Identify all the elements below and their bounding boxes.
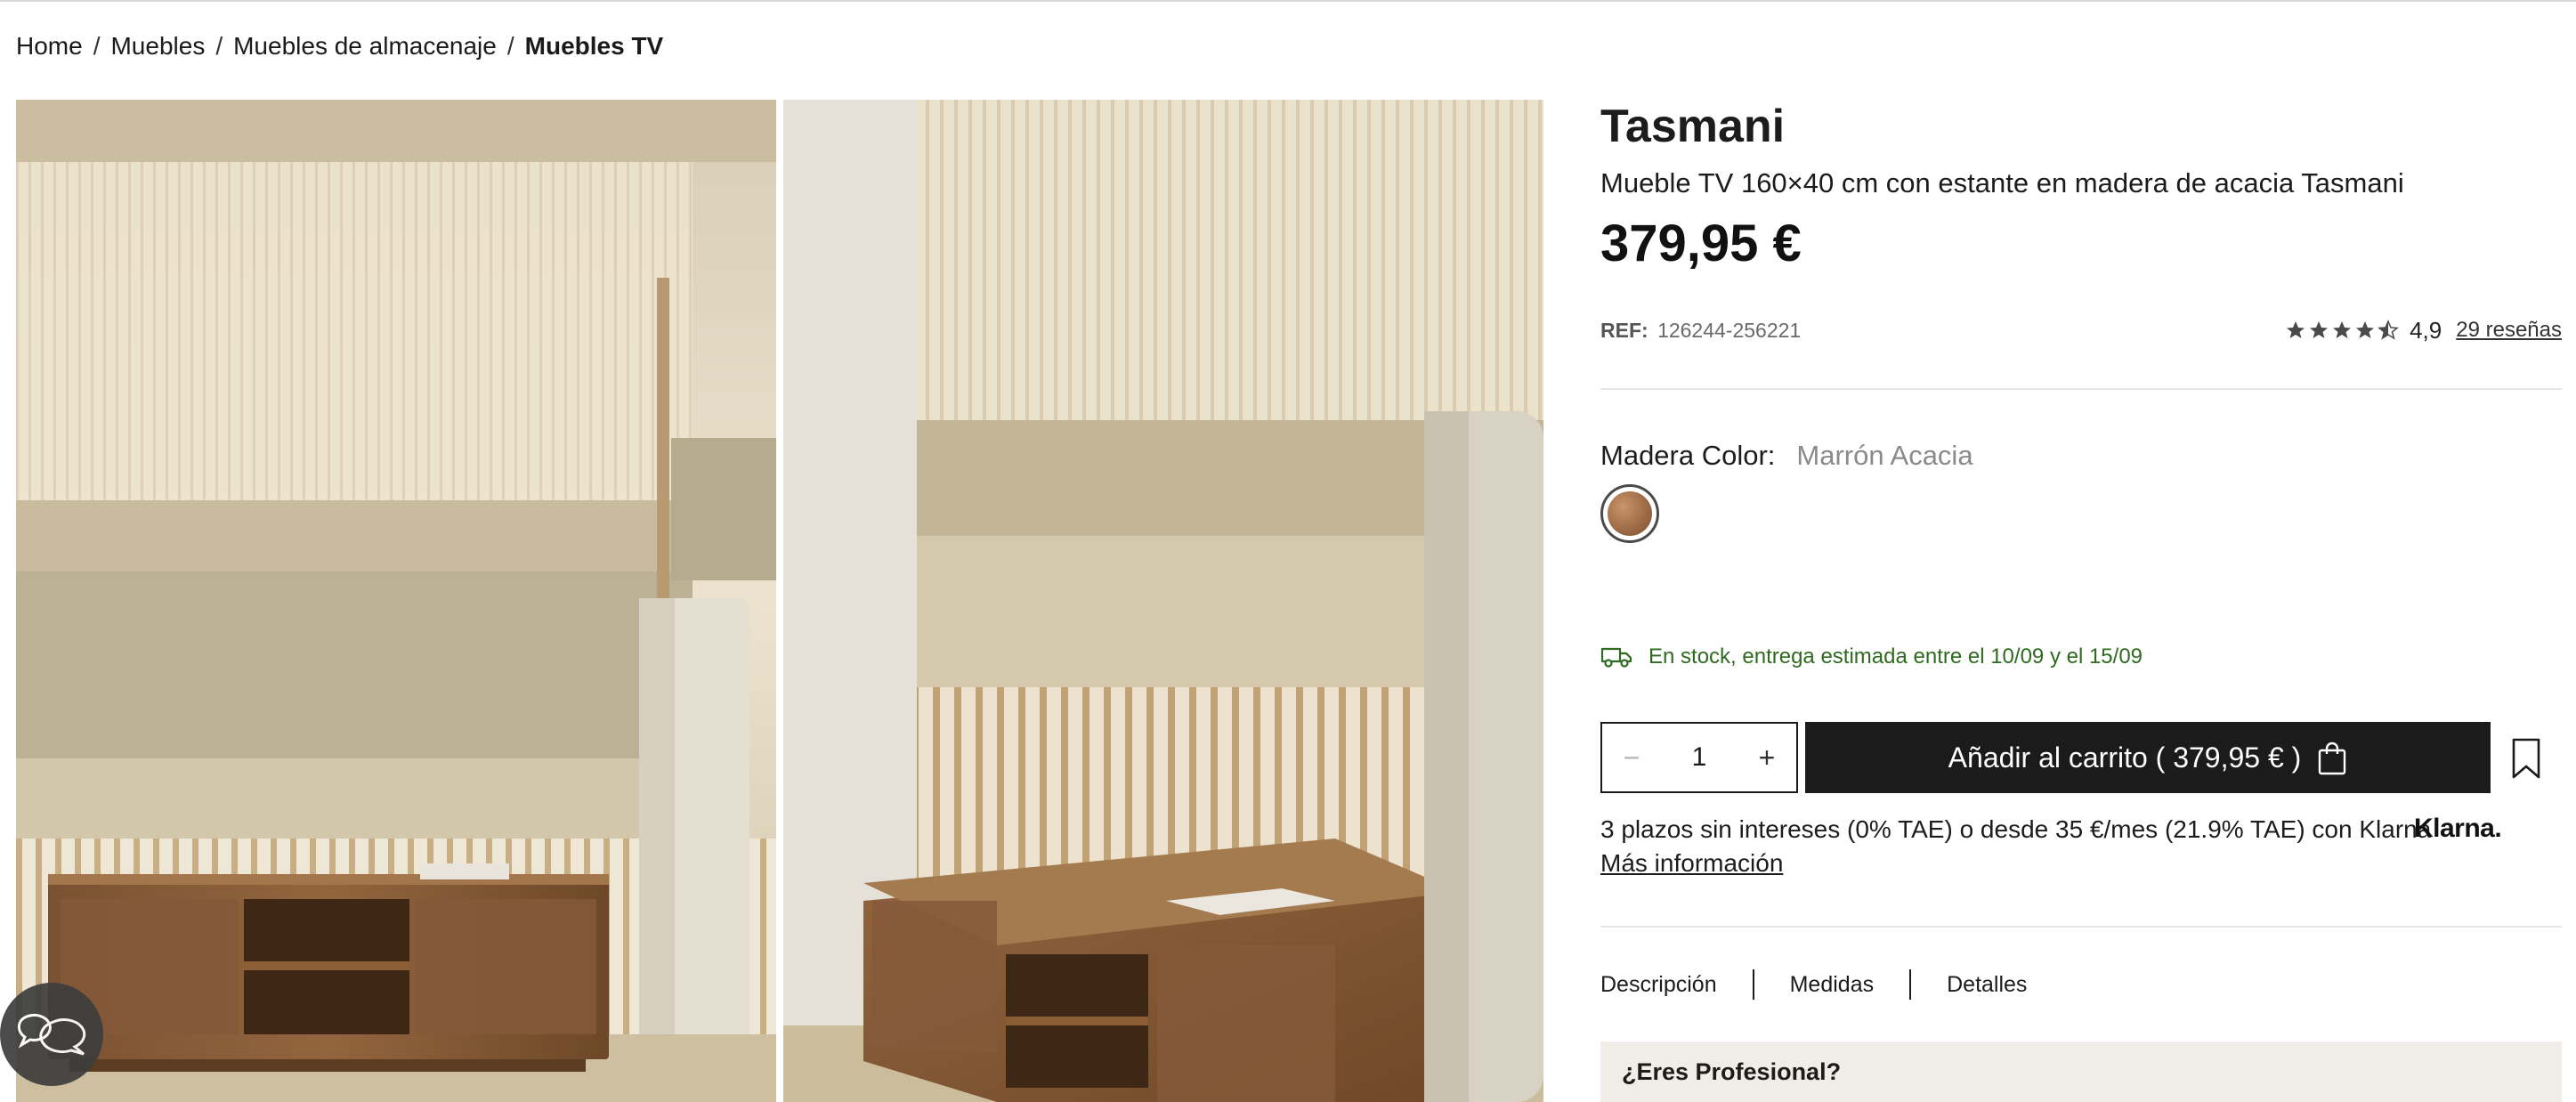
reference-value: 126244-256221: [1657, 319, 1802, 342]
chat-bubbles-icon: [17, 1013, 86, 1056]
star-half-icon: [2378, 320, 2400, 340]
rating-value: 4,9: [2410, 316, 2442, 344]
color-swatch-marron-acacia[interactable]: [1600, 484, 1659, 543]
tab-medidas[interactable]: Medidas: [1790, 972, 1875, 998]
add-to-cart-label: Añadir al carrito ( 379,95 € ): [1948, 741, 2302, 774]
product-reference: REF: 126244-256221: [1600, 319, 1801, 343]
stock-text: En stock, entrega estimada entre el 10/0…: [1648, 644, 2143, 668]
top-divider: [0, 0, 2576, 2]
rating-stars: [2285, 320, 2400, 341]
product-rating: 4,9 29 reseñas: [2285, 313, 2562, 347]
star-icon: [2333, 321, 2352, 338]
star-icon: [2287, 321, 2305, 338]
breadcrumb-muebles-almacenaje[interactable]: Muebles de almacenaje: [233, 32, 497, 61]
bookmark-icon[interactable]: [2508, 737, 2544, 780]
breadcrumb: Home / Muebles / Muebles de almacenaje /…: [16, 28, 663, 64]
color-selector-row: Madera Color: Marrón Acacia: [1600, 440, 1973, 472]
chat-button[interactable]: [0, 983, 103, 1086]
reviews-link[interactable]: 29 reseñas: [2456, 318, 2562, 343]
product-photo-front-image: [16, 100, 776, 1102]
wood-swatch-fill: [1608, 491, 1652, 536]
breadcrumb-separator: /: [93, 32, 101, 60]
stock-status: En stock, entrega estimada entre el 10/0…: [1600, 644, 2143, 669]
color-value: Marrón Acacia: [1796, 440, 1973, 471]
breadcrumb-home[interactable]: Home: [16, 32, 83, 61]
tab-descripcion[interactable]: Descripción: [1600, 972, 1717, 998]
quantity-increase-button[interactable]: +: [1754, 741, 1780, 774]
breadcrumb-separator: /: [215, 32, 223, 60]
star-icon: [2356, 321, 2375, 338]
reference-label: REF:: [1600, 319, 1648, 342]
product-photo-angle[interactable]: [783, 100, 1543, 1102]
divider: [1600, 388, 2562, 390]
professional-banner-label: ¿Eres Profesional?: [1622, 1057, 1842, 1085]
product-photo-angle-image: [783, 100, 1543, 1102]
star-icon: [2310, 321, 2329, 338]
breadcrumb-separator: /: [506, 32, 514, 60]
divider: [1600, 926, 2562, 928]
breadcrumb-current: Muebles TV: [524, 32, 664, 60]
shopping-bag-icon: [2319, 741, 2346, 775]
product-info-tabs: Descripción Medidas Detalles: [1600, 968, 2027, 1001]
add-to-cart-button[interactable]: Añadir al carrito ( 379,95 € ): [1805, 722, 2491, 793]
tab-divider: [1909, 969, 1912, 1000]
truck-icon: [1600, 647, 1632, 668]
product-subtitle: Mueble TV 160×40 cm con estante en mader…: [1600, 167, 2404, 199]
product-name: Tasmani: [1600, 101, 1786, 152]
color-label: Madera Color:: [1600, 440, 1776, 471]
professional-banner[interactable]: ¿Eres Profesional?: [1600, 1041, 2562, 1102]
klarna-installments-text: 3 plazos sin intereses (0% TAE) o desde …: [1600, 815, 2432, 843]
quantity-stepper: − 1 +: [1600, 722, 1798, 793]
tab-divider: [1752, 969, 1754, 1000]
breadcrumb-muebles[interactable]: Muebles: [110, 32, 205, 61]
tab-detalles[interactable]: Detalles: [1947, 972, 2027, 998]
product-photo-front[interactable]: [16, 100, 776, 1102]
quantity-value[interactable]: 1: [1673, 742, 1726, 773]
klarna-logo: Klarna.: [2414, 814, 2502, 843]
quantity-decrease-button[interactable]: −: [1618, 741, 1645, 774]
product-price: 379,95 €: [1600, 215, 1802, 272]
klarna-more-info-link[interactable]: Más información: [1600, 849, 1783, 878]
